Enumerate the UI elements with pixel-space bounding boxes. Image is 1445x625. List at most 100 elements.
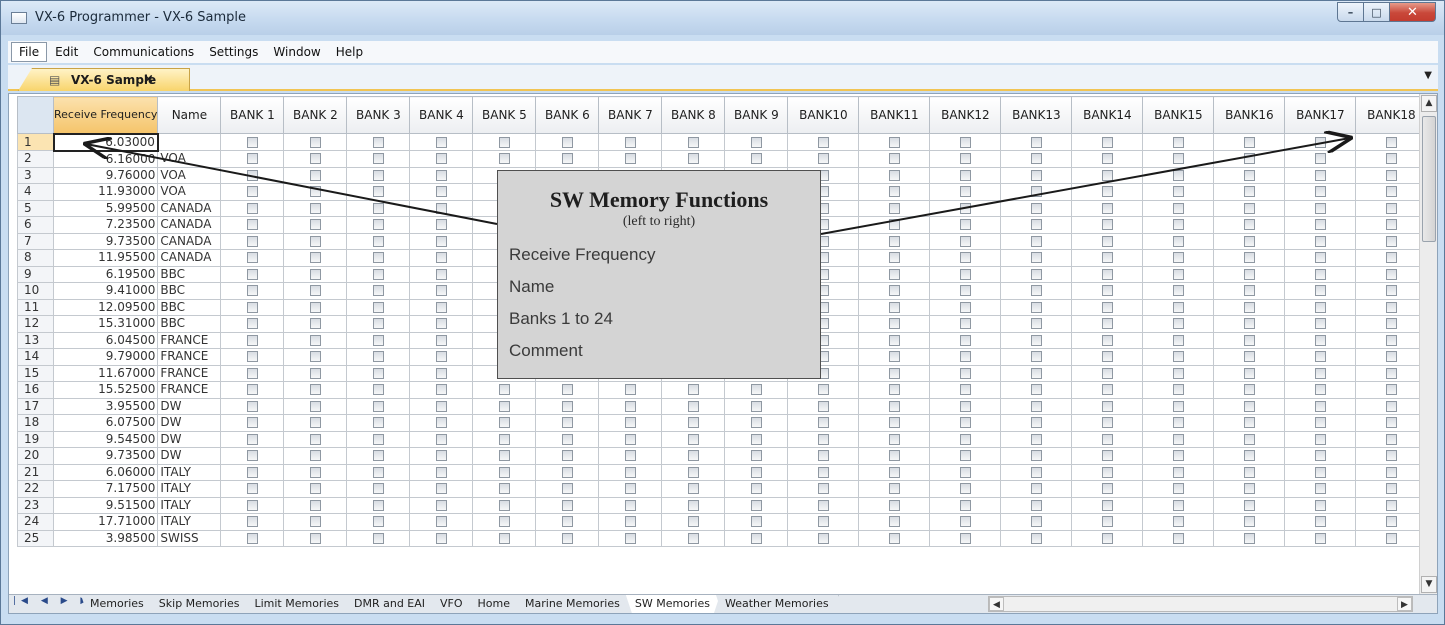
select-all-corner[interactable] (17, 96, 54, 134)
bank-checkbox[interactable] (435, 186, 447, 198)
bank-checkbox[interactable] (888, 499, 900, 511)
bank-checkbox[interactable] (372, 235, 384, 247)
bank-checkbox[interactable] (624, 400, 636, 412)
bank-checkbox[interactable] (959, 450, 971, 462)
bank-checkbox[interactable] (750, 532, 762, 544)
bank-checkbox[interactable] (1172, 202, 1184, 214)
bank-checkbox[interactable] (1314, 301, 1326, 313)
bank-checkbox[interactable] (1101, 219, 1113, 231)
bank-checkbox[interactable] (1172, 169, 1184, 181)
bank-checkbox[interactable] (888, 400, 900, 412)
bank-checkbox[interactable] (372, 417, 384, 429)
frequency-cell[interactable]: 11.93000 (52, 183, 159, 201)
menu-file[interactable]: File (11, 42, 48, 62)
bank-checkbox[interactable] (246, 384, 258, 396)
name-cell[interactable]: DW (157, 430, 222, 448)
bank-checkbox[interactable] (1314, 153, 1326, 165)
frequency-cell[interactable]: 15.31000 (52, 315, 159, 333)
bank-checkbox[interactable] (246, 450, 258, 462)
frequency-cell[interactable]: 9.73500 (52, 232, 159, 250)
bank-checkbox[interactable] (888, 384, 900, 396)
bank-checkbox[interactable] (498, 499, 510, 511)
bank-checkbox[interactable] (888, 268, 900, 280)
bank-checkbox[interactable] (246, 153, 258, 165)
bank-checkbox[interactable] (561, 136, 573, 148)
bank-checkbox[interactable] (1030, 285, 1042, 297)
sheet-tab[interactable]: Skip Memories (150, 595, 250, 613)
bank-checkbox[interactable] (246, 367, 258, 379)
bank-checkbox[interactable] (498, 466, 510, 478)
table-row[interactable]: 21 6.06000 ITALY (17, 463, 1428, 481)
name-cell[interactable]: CANADA (157, 249, 222, 267)
name-cell[interactable]: VOA (157, 150, 222, 168)
bank-checkbox[interactable] (959, 268, 971, 280)
bank-checkbox[interactable] (435, 219, 447, 231)
bank-checkbox[interactable] (309, 483, 321, 495)
bank-checkbox[interactable] (372, 433, 384, 445)
frequency-cell[interactable]: 3.95500 (52, 397, 159, 415)
bank-checkbox[interactable] (1385, 516, 1397, 528)
table-row[interactable]: 2 6.16000 VOA (17, 150, 1428, 168)
table-row[interactable]: 19 9.54500 DW (17, 430, 1428, 448)
bank-checkbox[interactable] (435, 384, 447, 396)
name-cell[interactable]: FRANCE (157, 364, 222, 382)
bank-checkbox[interactable] (1101, 466, 1113, 478)
bank-checkbox[interactable] (959, 351, 971, 363)
bank-checkbox[interactable] (372, 367, 384, 379)
bank-checkbox[interactable] (372, 285, 384, 297)
bank-checkbox[interactable] (435, 450, 447, 462)
row-number[interactable]: 23 (17, 496, 54, 514)
bank-checkbox[interactable] (372, 136, 384, 148)
bank-checkbox[interactable] (1243, 219, 1255, 231)
row-number[interactable]: 21 (17, 463, 54, 481)
bank-checkbox[interactable] (1314, 235, 1326, 247)
bank-checkbox[interactable] (435, 351, 447, 363)
bank-checkbox[interactable] (561, 153, 573, 165)
bank-checkbox[interactable] (246, 285, 258, 297)
bank-checkbox[interactable] (1314, 499, 1326, 511)
bank-checkbox[interactable] (687, 384, 699, 396)
bank-checkbox[interactable] (246, 351, 258, 363)
bank-checkbox[interactable] (1101, 532, 1113, 544)
bank-checkbox[interactable] (1243, 384, 1255, 396)
bank-checkbox[interactable] (959, 499, 971, 511)
document-tab[interactable]: ▤ VX-6 Sample × (18, 68, 190, 91)
bank-checkbox[interactable] (687, 450, 699, 462)
bank-checkbox[interactable] (888, 301, 900, 313)
bank-checkbox[interactable] (309, 219, 321, 231)
bank-checkbox[interactable] (435, 301, 447, 313)
name-cell[interactable]: BBC (157, 315, 222, 333)
bank-checkbox[interactable] (1243, 318, 1255, 330)
frequency-cell[interactable]: 9.54500 (52, 430, 159, 448)
bank-checkbox[interactable] (372, 252, 384, 264)
vertical-scrollbar[interactable]: ▲ ▼ (1419, 94, 1437, 594)
name-cell[interactable]: CANADA (157, 216, 222, 234)
tab-list-dropdown-icon[interactable]: ▼ (1424, 70, 1432, 81)
close-button[interactable]: ✕ (1390, 2, 1436, 22)
bank-checkbox[interactable] (561, 400, 573, 412)
menu-window[interactable]: Window (266, 43, 327, 61)
bank-checkbox[interactable] (1243, 483, 1255, 495)
row-number[interactable]: 3 (17, 166, 54, 184)
close-tab-icon[interactable]: × (143, 72, 154, 87)
bank-checkbox[interactable] (888, 334, 900, 346)
row-number[interactable]: 5 (17, 199, 54, 217)
bank-checkbox[interactable] (372, 450, 384, 462)
bank-checkbox[interactable] (435, 417, 447, 429)
bank-checkbox[interactable] (1243, 268, 1255, 280)
bank-checkbox[interactable] (1030, 186, 1042, 198)
bank-checkbox[interactable] (888, 285, 900, 297)
bank-checkbox[interactable] (1385, 499, 1397, 511)
column-header-bank[interactable]: BANK 2 (283, 96, 348, 134)
bank-checkbox[interactable] (1314, 532, 1326, 544)
bank-checkbox[interactable] (1314, 450, 1326, 462)
frequency-cell[interactable]: 9.79000 (52, 348, 159, 366)
bank-checkbox[interactable] (246, 499, 258, 511)
bank-checkbox[interactable] (750, 499, 762, 511)
bank-checkbox[interactable] (1030, 252, 1042, 264)
bank-checkbox[interactable] (1030, 219, 1042, 231)
bank-checkbox[interactable] (246, 516, 258, 528)
bank-checkbox[interactable] (817, 516, 829, 528)
minimize-button[interactable]: – (1337, 2, 1364, 22)
bank-checkbox[interactable] (888, 202, 900, 214)
